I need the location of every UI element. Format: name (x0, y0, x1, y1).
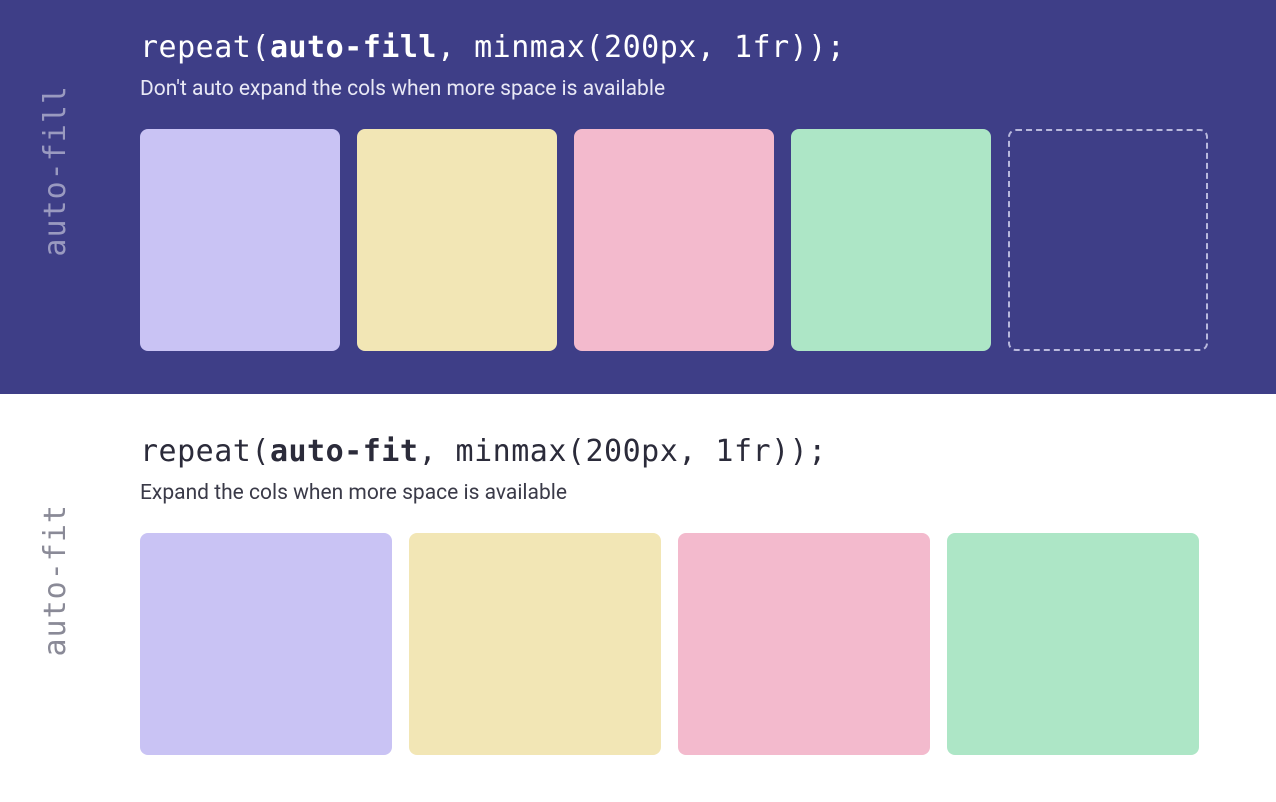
grid-box-lavender (140, 533, 392, 755)
auto-fit-vertical-label: auto-fit (38, 504, 73, 657)
grid-box-green (947, 533, 1199, 755)
auto-fit-description: Expand the cols when more space is avail… (140, 481, 1200, 505)
auto-fill-code: repeat(auto-fill, minmax(200px, 1fr)); (140, 30, 1200, 65)
auto-fill-description: Don't auto expand the cols when more spa… (140, 77, 1200, 101)
grid-box-ghost (1008, 129, 1208, 351)
grid-box-lavender (140, 129, 340, 351)
code-text: , minmax(200px, 1fr)); (418, 434, 826, 469)
code-bold: auto-fit (270, 434, 419, 469)
grid-box-yellow (357, 129, 557, 351)
auto-fill-panel: auto-fill repeat(auto-fill, minmax(200px… (0, 0, 1276, 394)
auto-fill-content: repeat(auto-fill, minmax(200px, 1fr)); D… (140, 30, 1200, 351)
grid-box-pink (678, 533, 930, 755)
auto-fit-vertical-label-wrap: auto-fit (38, 504, 73, 657)
grid-box-yellow (409, 533, 661, 755)
grid-box-pink (574, 129, 774, 351)
code-text: repeat( (140, 434, 270, 469)
code-bold: auto-fill (270, 30, 437, 65)
grid-box-green (791, 129, 991, 351)
code-text: , minmax(200px, 1fr)); (437, 30, 845, 65)
auto-fill-grid (140, 129, 1200, 351)
auto-fill-vertical-label: auto-fill (38, 85, 73, 257)
auto-fit-content: repeat(auto-fit, minmax(200px, 1fr)); Ex… (140, 434, 1200, 755)
auto-fit-panel: auto-fit repeat(auto-fit, minmax(200px, … (0, 394, 1276, 802)
code-text: repeat( (140, 30, 270, 65)
auto-fit-grid (140, 533, 1200, 755)
auto-fit-code: repeat(auto-fit, minmax(200px, 1fr)); (140, 434, 1200, 469)
